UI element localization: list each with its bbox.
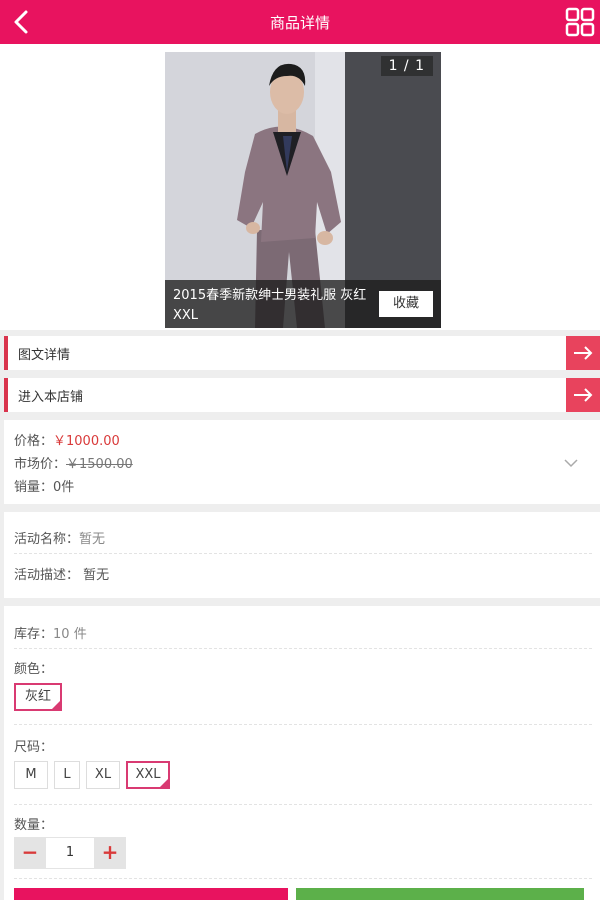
activity-panel: 活动名称：暂无 活动描述： 暂无 <box>4 512 600 598</box>
image-counter: 1 / 1 <box>380 56 433 76</box>
market-price-value: ￥1500.00 <box>66 457 133 472</box>
detail-link-row[interactable]: 图文详情 <box>4 336 600 370</box>
detail-link-label: 图文详情 <box>18 347 71 363</box>
price-label: 价格： <box>14 434 54 449</box>
stock-value: 10 件 <box>53 627 87 642</box>
back-arrow-icon[interactable] <box>8 8 36 36</box>
activity-desc-label: 活动描述： <box>14 568 80 583</box>
add-to-cart-button[interactable] <box>14 888 288 900</box>
store-link-row[interactable]: 进入本店铺 <box>4 378 600 412</box>
increment-button[interactable]: + <box>94 837 126 869</box>
activity-name-line: 活动名称：暂无 <box>14 528 105 547</box>
gallery-section: 1 / 1 2015春季新款绅士男装礼服 灰红 XXL 收藏 <box>0 44 600 330</box>
size-option-xl[interactable]: XL <box>86 761 120 789</box>
divider <box>14 553 592 554</box>
options-panel: 库存：10 件 颜色： 灰红 尺码： M L XL XXL 数量： − 1 + <box>4 606 600 900</box>
activity-desc-line: 活动描述： 暂无 <box>14 564 109 583</box>
buy-now-button[interactable] <box>296 888 584 900</box>
caption-bar: 2015春季新款绅士男装礼服 灰红 XXL 收藏 <box>165 280 441 328</box>
sales-value: 0件 <box>53 480 75 495</box>
quantity-input[interactable]: 1 <box>46 837 94 869</box>
chevron-down-icon[interactable] <box>564 458 578 468</box>
size-label: 尺码： <box>14 740 54 755</box>
page-title: 商品详情 <box>269 13 330 32</box>
price-panel: 价格：￥1000.00 市场价：￥1500.00 销量：0件 <box>4 420 600 504</box>
divider <box>14 648 592 649</box>
activity-desc-value: 暂无 <box>83 568 110 583</box>
size-option-xxl-selected[interactable]: XXL <box>126 761 170 789</box>
divider <box>14 724 592 725</box>
activity-name-label: 活动名称： <box>14 532 80 547</box>
market-price-label: 市场价： <box>14 457 67 472</box>
color-option-selected[interactable]: 灰红 <box>14 683 62 711</box>
size-option-l[interactable]: L <box>54 761 80 789</box>
price-line: 价格：￥1000.00 <box>14 430 120 449</box>
divider <box>14 804 592 805</box>
market-price-line: 市场价：￥1500.00 <box>14 453 133 472</box>
arrow-right-icon[interactable] <box>566 336 600 370</box>
divider <box>14 878 592 879</box>
arrow-right-icon[interactable] <box>566 378 600 412</box>
stock-line: 库存：10 件 <box>14 623 87 642</box>
sales-line: 销量：0件 <box>14 476 74 495</box>
size-option-m[interactable]: M <box>14 761 48 789</box>
store-link-label: 进入本店铺 <box>18 389 84 405</box>
top-bar: 商品详情 <box>0 0 600 44</box>
quantity-stepper: − 1 + <box>14 837 126 869</box>
activity-name-value: 暂无 <box>79 532 106 547</box>
stock-label: 库存： <box>14 627 54 642</box>
color-label: 颜色： <box>14 662 54 677</box>
grid-menu-icon[interactable] <box>564 6 596 38</box>
decrement-button[interactable]: − <box>14 837 46 869</box>
favorite-button[interactable]: 收藏 <box>379 291 433 317</box>
sales-label: 销量： <box>14 480 54 495</box>
product-title: 2015春季新款绅士男装礼服 灰红 XXL <box>173 288 367 323</box>
quantity-label: 数量： <box>14 818 54 833</box>
price-value: ￥1000.00 <box>53 434 120 449</box>
product-image[interactable]: 1 / 1 2015春季新款绅士男装礼服 灰红 XXL 收藏 <box>165 52 441 328</box>
